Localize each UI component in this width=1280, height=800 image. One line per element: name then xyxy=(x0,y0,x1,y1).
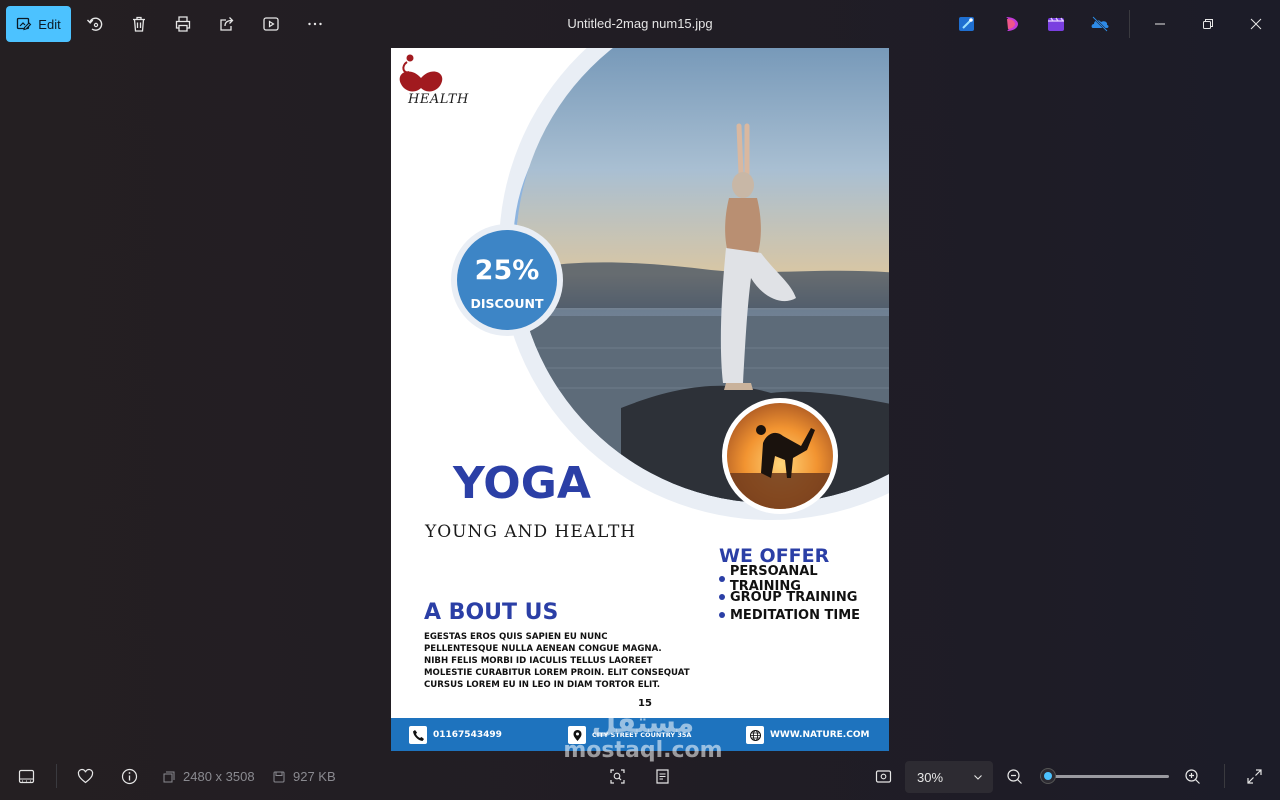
restore-icon xyxy=(1203,19,1213,29)
discount-percent: 25% xyxy=(474,255,540,286)
discount-label: DISCOUNT xyxy=(470,296,544,311)
zoom-out-icon[interactable] xyxy=(1004,766,1024,786)
status-divider xyxy=(56,764,57,788)
zoom-in-icon[interactable] xyxy=(1182,766,1202,786)
file-size: 927 KB xyxy=(273,769,336,784)
phone-contact: 01167543499 xyxy=(409,726,502,744)
about-line: EGESTAS EROS QUIS SAPIEN EU NUNC xyxy=(424,632,608,642)
photo-canvas[interactable]: HEALTH 25% DISCOUNT YOGA YOUNG AND HEALT… xyxy=(391,48,889,751)
restore-button[interactable] xyxy=(1194,10,1222,38)
onedrive-app-icon[interactable] xyxy=(1090,14,1110,34)
website-contact: WWW.NATURE.COM xyxy=(746,726,869,744)
poster-subtitle: YOUNG AND HEALTH xyxy=(425,522,637,542)
about-line: CURSUS LOREM EU IN LEO IN DIAM TORTOR EL… xyxy=(424,680,661,690)
slideshow-icon[interactable] xyxy=(259,12,283,36)
close-button[interactable] xyxy=(1242,10,1270,38)
about-heading: A BOUT US xyxy=(424,600,559,625)
address-text: CITY STREET COUNTRY 35A xyxy=(592,731,692,739)
zoom-level-value: 30% xyxy=(917,769,944,785)
contact-bar: 01167543499 CITY STREET COUNTRY 35A WWW.… xyxy=(391,718,889,751)
trash-icon[interactable] xyxy=(127,12,151,36)
zoom-slider[interactable] xyxy=(1039,768,1169,784)
save-disk-icon xyxy=(273,771,285,782)
clipchamp-app-icon[interactable] xyxy=(1002,14,1022,34)
title-bar: Edit Untitled-2mag num15.jpg xyxy=(0,0,1280,48)
chevron-down-icon xyxy=(974,775,982,780)
offer-list: PERSOANAL TRAINING GROUP TRAINING MEDITA… xyxy=(719,564,889,624)
dimensions-text: 2480 x 3508 xyxy=(183,769,255,784)
edit-image-icon xyxy=(17,17,32,31)
minimize-icon xyxy=(1155,23,1165,25)
edit-button-label: Edit xyxy=(38,16,61,32)
edit-button[interactable]: Edit xyxy=(6,6,71,42)
address-contact: CITY STREET COUNTRY 35A xyxy=(568,726,691,744)
file-size-text: 927 KB xyxy=(293,769,336,784)
dimensions-icon xyxy=(163,771,175,782)
image-dimensions: 2480 x 3508 xyxy=(163,769,255,784)
page-number: 15 xyxy=(638,698,652,709)
about-text: EGESTAS EROS QUIS SAPIEN EU NUNC PELLENT… xyxy=(424,631,724,691)
fit-to-window-icon[interactable] xyxy=(873,766,893,786)
offer-item: PERSOANAL TRAINING xyxy=(719,564,889,594)
rotate-icon[interactable] xyxy=(83,12,107,36)
website-url: WWW.NATURE.COM xyxy=(770,730,870,740)
status-divider xyxy=(1224,764,1225,788)
status-bar: 2480 x 3508 927 KB 30% xyxy=(0,752,1280,800)
title-bar-divider xyxy=(1129,10,1130,38)
fullscreen-icon[interactable] xyxy=(1244,766,1264,786)
text-scan-icon[interactable] xyxy=(652,766,672,786)
about-line: PELLENTESQUE NULLA AENEAN CONGUE MAGNA. xyxy=(424,644,662,654)
globe-icon xyxy=(746,726,764,744)
filmstrip-icon[interactable] xyxy=(16,766,36,786)
favorite-heart-icon[interactable] xyxy=(75,766,95,786)
share-icon[interactable] xyxy=(215,12,239,36)
video-editor-app-icon[interactable] xyxy=(1046,14,1066,34)
about-line: MOLESTIE CURABITUR LOREM PROIN. ELIT CON… xyxy=(424,668,690,678)
printer-icon[interactable] xyxy=(171,12,195,36)
designer-app-icon[interactable] xyxy=(957,14,977,34)
poster-title: YOGA xyxy=(453,458,591,509)
more-icon[interactable] xyxy=(303,12,327,36)
logo-text: HEALTH xyxy=(408,92,469,107)
location-pin-icon xyxy=(568,726,586,744)
phone-icon xyxy=(409,726,427,744)
phone-number: 01167543499 xyxy=(433,730,502,740)
info-icon[interactable] xyxy=(119,766,139,786)
zoom-level-dropdown[interactable]: 30% xyxy=(905,761,993,793)
close-icon xyxy=(1250,18,1262,30)
about-line: NIBH FELIS MORBI ID IACULIS TELLUS LAORE… xyxy=(424,656,653,666)
zoom-slider-thumb[interactable] xyxy=(1039,768,1056,784)
minimize-button[interactable] xyxy=(1146,10,1174,38)
offer-item: MEDITATION TIME xyxy=(719,606,889,624)
visual-search-icon[interactable] xyxy=(607,766,627,786)
